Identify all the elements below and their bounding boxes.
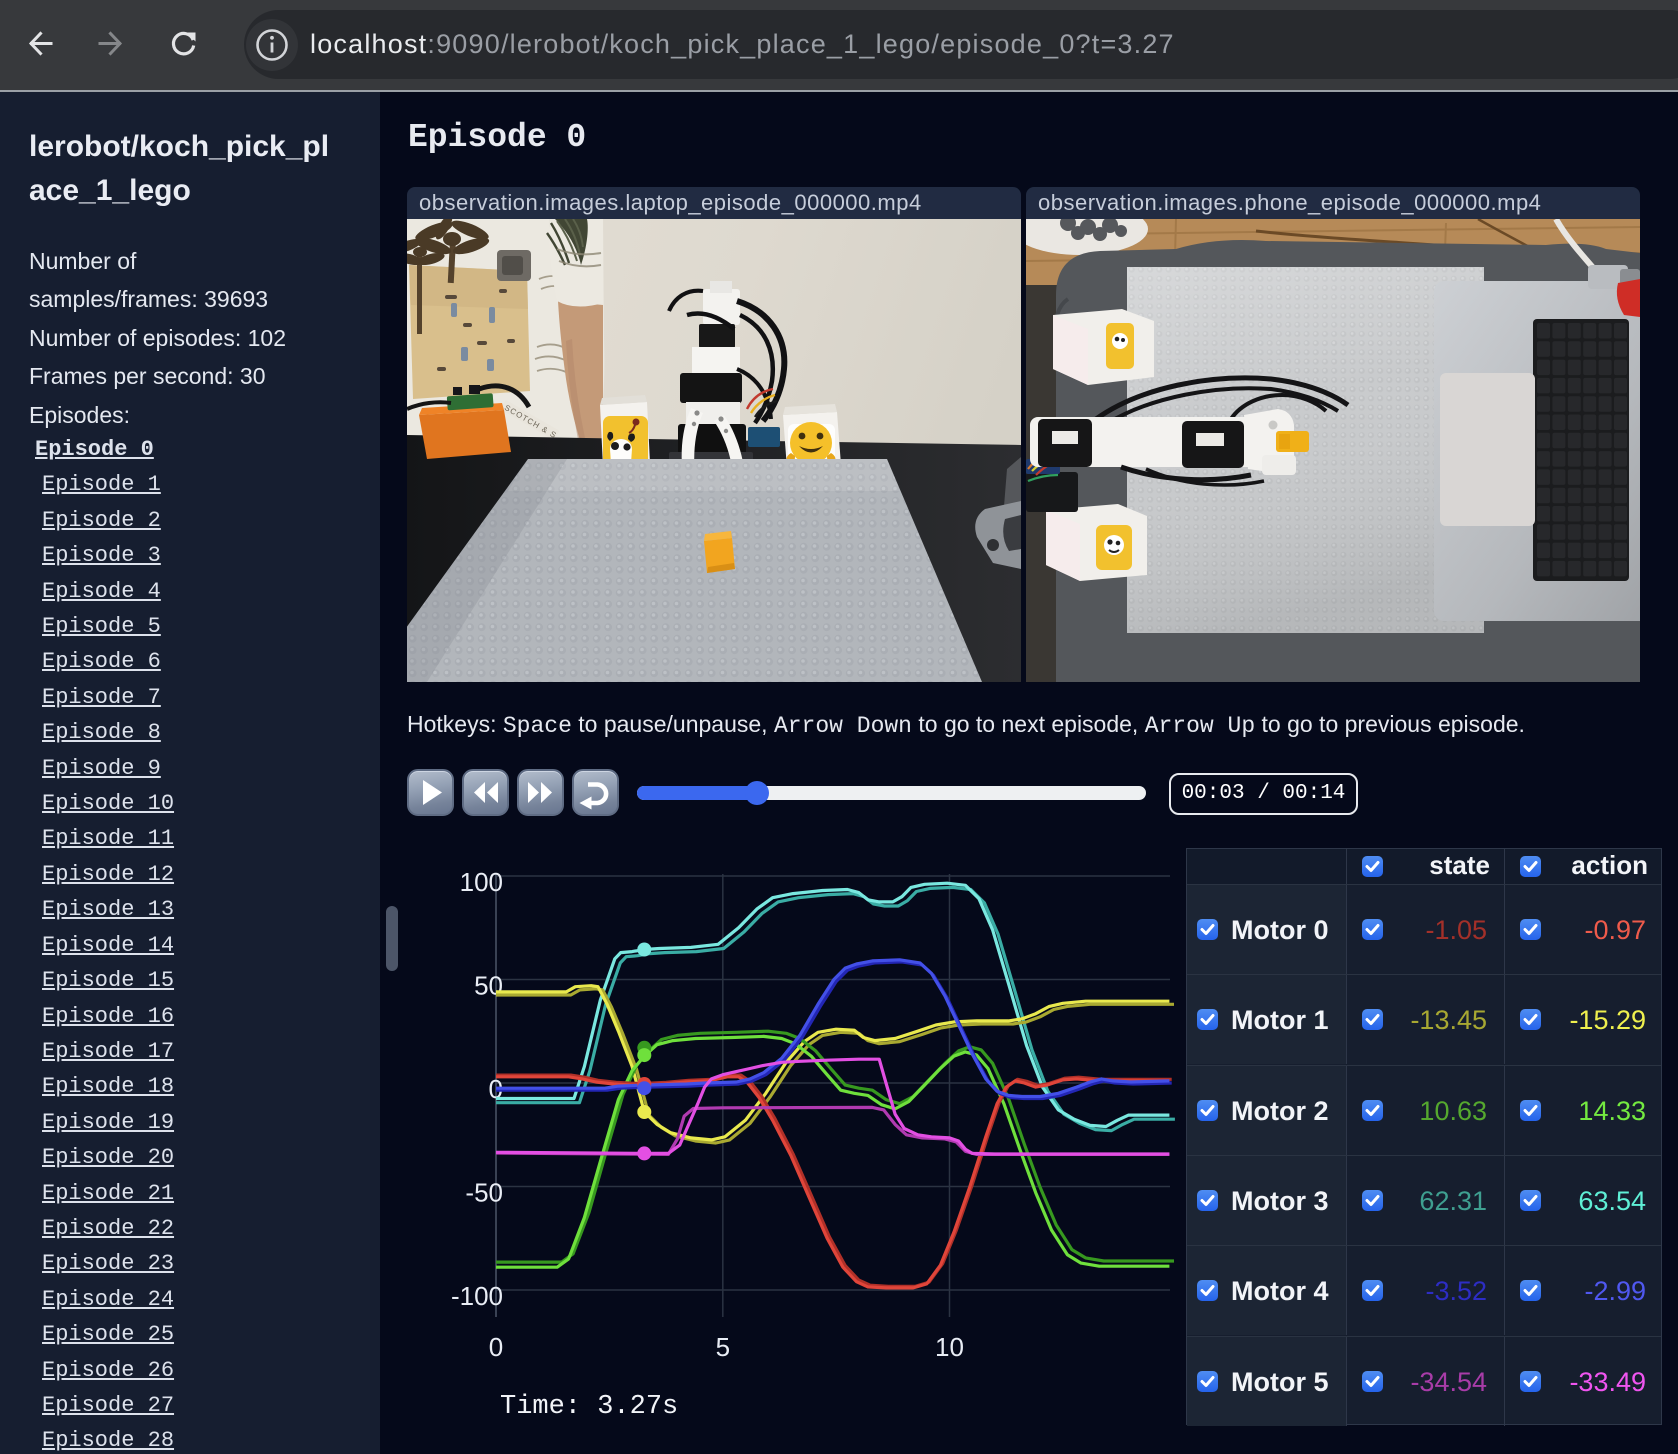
svg-text:-100: -100 [451,1281,503,1311]
svg-text:100: 100 [460,867,503,897]
svg-text:Time: 3.27s: Time: 3.27s [500,1392,678,1422]
svg-text:-50: -50 [465,1178,503,1208]
svg-text:5: 5 [716,1332,730,1362]
svg-text:0: 0 [489,1332,503,1362]
svg-text:10: 10 [935,1332,964,1362]
